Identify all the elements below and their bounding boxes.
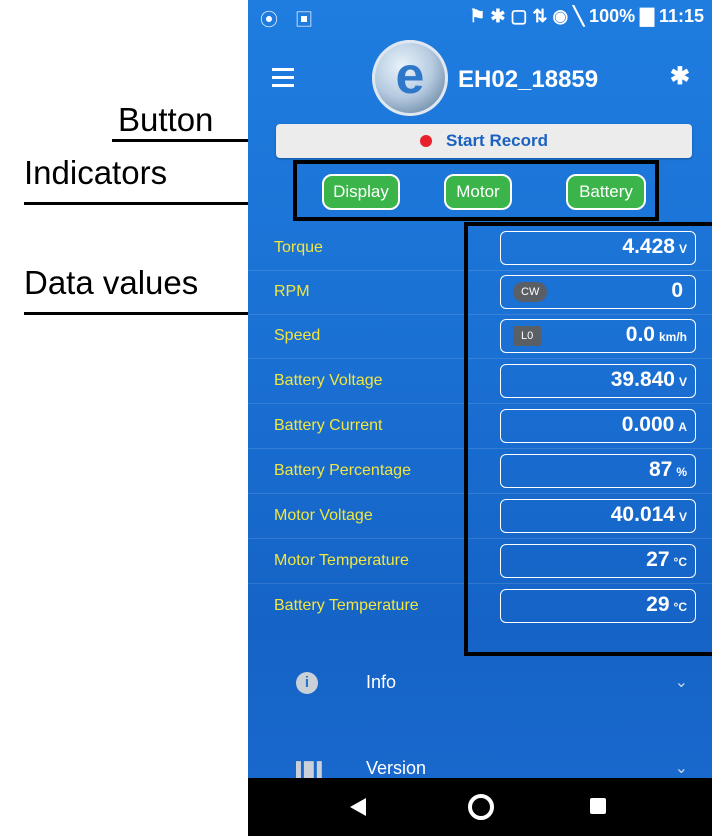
start-record-button[interactable]: Start Record — [276, 124, 692, 158]
annotation-button-line — [112, 139, 264, 142]
row-label: Battery Temperature — [274, 597, 419, 614]
home-icon[interactable] — [468, 794, 494, 820]
status-bar: ⦿ ▣ ⚑ ✱ ▢ ⇅ ◉ ╲ 100% ▇ 11:15 — [248, 0, 712, 32]
annotation-data-values-box — [464, 222, 712, 656]
annotation-indicators-line — [24, 202, 284, 205]
row-label: Battery Voltage — [274, 372, 383, 389]
info-section[interactable]: i Info ⌄ — [248, 658, 712, 708]
chevron-down-icon: ⌄ — [674, 674, 688, 691]
annotation-button-label: Button — [118, 101, 214, 138]
status-left-icons: ⦿ ▣ — [260, 10, 320, 30]
info-label: Info — [366, 672, 397, 692]
annotation-indicators-box — [293, 160, 659, 221]
version-icon: ▌█▐ — [296, 761, 322, 777]
row-label: RPM — [274, 283, 310, 300]
version-label: Version — [366, 758, 427, 778]
app-bar: e EH02_18859 ✱ — [248, 32, 712, 120]
row-label: Battery Percentage — [274, 462, 411, 479]
row-label: Speed — [274, 327, 321, 344]
row-label: Torque — [274, 239, 323, 256]
recents-icon[interactable] — [590, 798, 606, 814]
navigation-bar — [248, 778, 712, 836]
record-dot-icon — [419, 135, 432, 147]
device-name: EH02_18859 — [458, 66, 599, 93]
start-record-label: Start Record — [445, 131, 549, 150]
app-logo: e — [372, 40, 448, 116]
row-label: Motor Voltage — [274, 507, 373, 524]
info-icon: i — [296, 672, 318, 694]
back-icon[interactable] — [350, 798, 366, 816]
status-right-icons: ⚑ ✱ ▢ ⇅ ◉ ╲ 100% ▇ 11:15 — [469, 6, 704, 26]
chevron-down-icon: ⌄ — [674, 760, 688, 777]
row-label: Motor Temperature — [274, 552, 409, 569]
hamburger-menu-icon[interactable] — [272, 68, 294, 92]
annotation-data-values-label: Data values — [24, 264, 199, 301]
bluetooth-icon[interactable]: ✱ — [670, 62, 690, 91]
row-label: Battery Current — [274, 417, 383, 434]
annotation-indicators-label: Indicators — [24, 154, 168, 191]
